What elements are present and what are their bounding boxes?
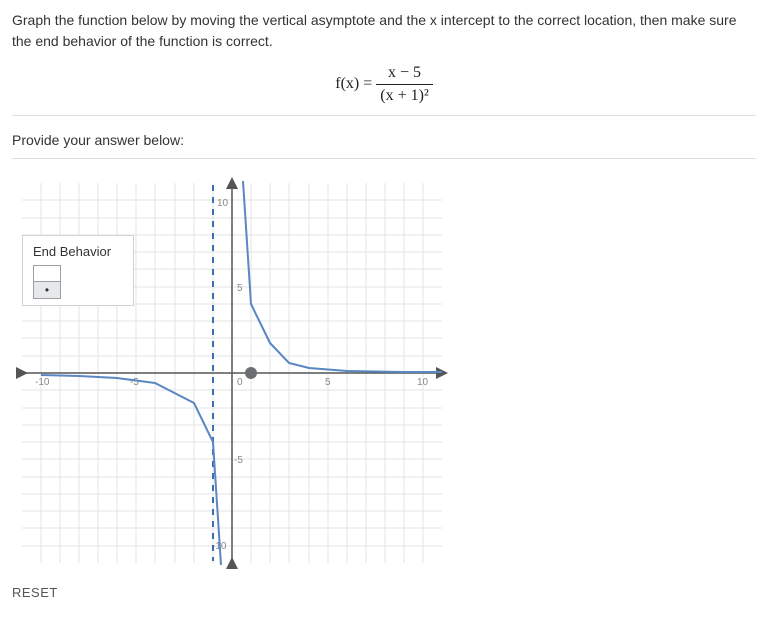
- curve-right: [243, 181, 442, 372]
- svg-text:-10: -10: [35, 377, 50, 388]
- equation-numerator: x − 5: [376, 64, 432, 85]
- svg-text:5: 5: [325, 377, 331, 388]
- answer-prompt: Provide your answer below:: [12, 126, 756, 159]
- end-behavior-option-down[interactable]: •: [34, 282, 60, 298]
- equation-lhs: f(x) =: [335, 75, 376, 92]
- svg-text:0: 0: [237, 377, 243, 388]
- svg-text:-5: -5: [130, 377, 139, 388]
- svg-text:-5: -5: [234, 455, 243, 466]
- end-behavior-option-up[interactable]: [34, 266, 60, 282]
- reset-button[interactable]: RESET: [12, 585, 756, 600]
- svg-text:5: 5: [237, 283, 243, 294]
- end-behavior-panel: End Behavior •: [22, 235, 134, 306]
- x-intercept-point[interactable]: [245, 367, 257, 379]
- graph-svg: -10 -5 0 5 10 10 5 -5 -10: [12, 173, 452, 573]
- graph-area[interactable]: -10 -5 0 5 10 10 5 -5 -10 End Behavior: [12, 173, 452, 573]
- svg-text:10: 10: [417, 377, 429, 388]
- end-behavior-title: End Behavior: [33, 244, 123, 259]
- equation-denominator: (x + 1)²: [376, 85, 432, 105]
- instructions-text: Graph the function below by moving the v…: [12, 10, 756, 52]
- svg-text:10: 10: [217, 198, 229, 209]
- equation: f(x) = x − 5 (x + 1)²: [12, 58, 756, 116]
- equation-fraction: x − 5 (x + 1)²: [376, 64, 432, 105]
- end-behavior-toggle[interactable]: •: [33, 265, 61, 299]
